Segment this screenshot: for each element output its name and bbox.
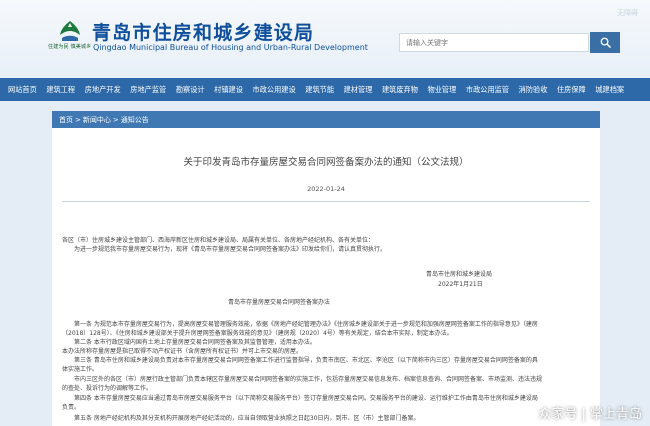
nav-item-archives[interactable]: 城建档案 [595,85,624,95]
article-title: 关于印发青岛市存量房屋交易合同网签备案办法的通知（公文法规） [183,157,469,168]
search-icon [600,37,611,48]
article-line: 负责。 [62,404,81,411]
nav-item-energy-saving[interactable]: 建筑节能 [305,85,334,95]
breadcrumb: 首页 > 新闻中心 > 通知公告 [52,111,600,128]
site-header: 无障碍 住建为民 慎美城乡 青岛市住房和城乡建设局 Qingdao Munici… [0,0,650,78]
article-line: 市内三区外的各区（市）房屋行政主管部门负责本辖区存量房屋交易合同网签备案的实施工… [74,376,543,383]
article-line: 本办法所称存量房屋是指已取得不动产权证书（含房屋所有权证书）并可上市交易的房屋。 [62,348,303,355]
search-button[interactable] [590,32,620,53]
nav-item-materials[interactable]: 建材管理 [344,85,373,95]
breadcrumb-separator: > [112,115,119,124]
watermark-text: 众家号 | 掌上青岛 [538,407,642,422]
article-line: 第四条 本市存量房屋交易应当通过青岛市房屋交易服务平台（以下简称交易服务平台）签… [74,395,538,402]
article-date: 2022-01-24 [307,185,345,193]
main-nav: 网站首页 建筑工程 房地产开发 房地产监管 勘察设计 村镇建设 市政公用建设 建… [0,78,650,101]
accessibility-link[interactable]: 无障碍 [617,8,638,18]
article-subtitle: 青岛市存量房屋交易合同网签备案办法 [228,299,331,306]
article-signature: 青岛市住房和城乡建设局 [426,271,493,278]
article-line: 的查处、投诉行为的调解等工作。 [62,385,153,392]
article-line: 第三条 青岛市住房和城乡建设局负责对本市存量房屋交易合同网签备案工作进行监督指导… [74,357,538,364]
nav-item-village-construction[interactable]: 村镇建设 [214,85,243,95]
nav-item-construction[interactable]: 建筑工程 [46,85,75,95]
article-line: 第五条 房地产经纪机构及其分支机构开展房地产经纪活动的，应当自领取营业执照之日起… [74,415,420,422]
logo-motto: 住建为民 慎美城乡 [48,44,92,50]
article-line: 为进一步规范我市存量房屋交易行为，现将《青岛市存量房屋交易合同网签备案办法》印发… [74,246,387,253]
nav-item-survey-design[interactable]: 勘察设计 [176,85,205,95]
nav-item-waste[interactable]: 建筑废弃物 [382,85,418,95]
nav-item-home[interactable]: 网站首页 [8,85,37,95]
breadcrumb-current[interactable]: 通知公告 [121,115,149,125]
site-title-english: Qingdao Municipal Bureau of Housing and … [93,43,368,52]
nav-item-fire-acceptance[interactable]: 消防验收 [519,85,548,95]
bureau-logo-icon[interactable] [58,20,82,42]
article-line: 各区（市）住房城乡建设主管部门、西海岸新区住房和城乡建设局、局属有关单位、各房地… [62,237,375,244]
breadcrumb-news[interactable]: 新闻中心 [83,115,111,125]
divider [62,201,590,202]
article-line: 体实施工作。 [62,366,99,373]
breadcrumb-separator: > [75,115,81,124]
article-line: 第二条 本市行政区域内国有土地上存量房屋交易合同网签备案及其监督管理，适用本办法… [74,339,316,346]
article-line: （2018）128号）、《住房和城乡建设部关于提升房屋网签备案服务效能的意见》（… [62,330,453,337]
nav-item-municipal-supervision[interactable]: 市政公用监管 [466,85,509,95]
nav-item-housing-security[interactable]: 住房保障 [557,85,586,95]
article-signature-date: 2022年1月21日 [438,281,483,288]
search-input[interactable] [399,33,589,52]
site-title[interactable]: 青岛市住房和城乡建设局 [92,18,314,45]
nav-item-property[interactable]: 物业管理 [428,85,457,95]
nav-item-real-estate-supervision[interactable]: 房地产监管 [130,85,166,95]
breadcrumb-home[interactable]: 首页 [59,115,73,125]
article-panel: 关于印发青岛市存量房屋交易合同网签备案办法的通知（公文法规） 2022-01-2… [52,128,600,426]
nav-item-municipal-construction[interactable]: 市政公用建设 [253,85,296,95]
article-line: 第一条 为规范本市存量房屋交易行为，提高房屋交易管理服务效能，依据《房地产经纪管… [74,321,538,328]
nav-item-real-estate-dev[interactable]: 房地产开发 [85,85,121,95]
